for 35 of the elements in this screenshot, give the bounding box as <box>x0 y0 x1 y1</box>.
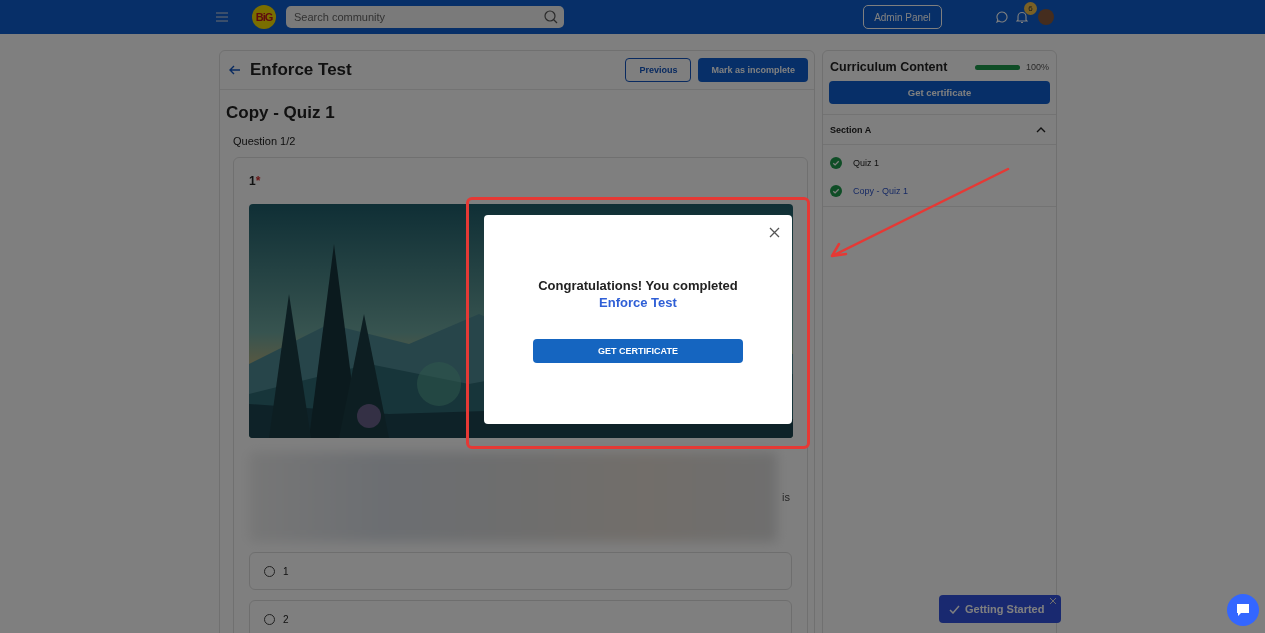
getting-started-button[interactable]: Getting Started <box>939 595 1061 623</box>
close-icon[interactable] <box>769 227 780 238</box>
question-text: is <box>782 491 790 503</box>
lesson-title: Enforce Test <box>250 60 353 80</box>
get-certificate-button[interactable]: GET CERTIFICATE <box>533 339 743 363</box>
sidebar-title: Curriculum Content <box>830 60 949 74</box>
check-icon <box>949 604 960 614</box>
get-certificate-button[interactable]: Get certificate <box>829 81 1050 104</box>
answer-option[interactable]: 2 <box>249 600 792 633</box>
mark-incomplete-button[interactable]: Mark as incomplete <box>698 58 808 82</box>
option-label: 2 <box>283 613 289 625</box>
back-arrow-icon[interactable] <box>229 64 241 76</box>
quiz-title: Copy - Quiz 1 <box>226 103 336 123</box>
previous-button[interactable]: Previous <box>625 58 692 82</box>
lesson-item[interactable]: Copy - Quiz 1 <box>823 177 1056 205</box>
logo[interactable]: BiG <box>252 5 276 29</box>
chat-icon[interactable] <box>996 11 1008 23</box>
chevron-up-icon[interactable] <box>1036 125 1046 134</box>
dialog-message: Congratulations! You completed <box>538 278 738 293</box>
search-icon[interactable] <box>544 10 558 24</box>
chat-bubble-icon <box>1235 602 1251 618</box>
question-counter: Question 1/2 <box>233 135 297 147</box>
section-header[interactable]: Section A <box>823 114 1056 145</box>
progress-bar <box>974 64 1020 70</box>
course-name: Enforce Test <box>599 295 677 310</box>
search-bar[interactable]: Search community <box>286 6 564 28</box>
progress-reading: 100% <box>1025 62 1049 72</box>
question-number: 1* <box>249 174 262 188</box>
search-field[interactable]: Search community <box>292 10 544 24</box>
admin-panel-button[interactable]: Admin Panel <box>863 5 942 29</box>
answer-option[interactable]: 1 <box>249 552 792 590</box>
lesson-item[interactable]: Quiz 1 <box>823 149 1056 177</box>
bell-icon[interactable] <box>1016 11 1028 24</box>
notification-badge: 6 <box>1024 2 1037 15</box>
option-label: 1 <box>283 565 289 577</box>
